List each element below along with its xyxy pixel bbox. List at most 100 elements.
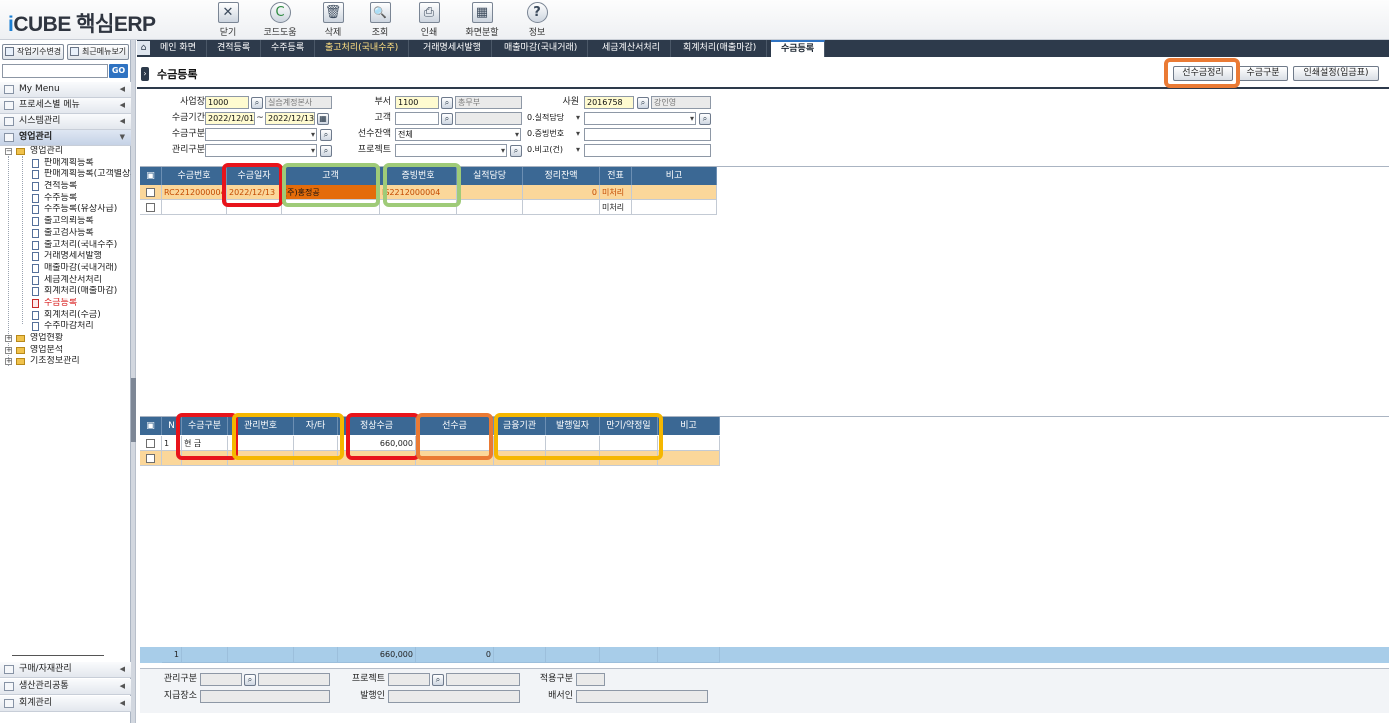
col-issue-date[interactable]: 발행일자 [546, 417, 600, 435]
col-bank[interactable]: 금융기관 [494, 417, 546, 435]
tree-item-quote[interactable]: 견적등록 [0, 181, 131, 193]
tree-item-order-paid[interactable]: 수주등록(유상사급) [0, 204, 131, 216]
dept-code-field[interactable]: 1100 [395, 96, 439, 109]
col-mgmt-no[interactable]: 관리번호 [228, 417, 294, 435]
col-balance[interactable]: 정리잔액 [523, 167, 600, 185]
lookup-icon[interactable]: ⌕ [244, 674, 256, 686]
cell-due-date[interactable] [600, 451, 658, 466]
tree-item-shipping[interactable]: 출고처리(국내수주) [0, 240, 131, 252]
cell-remark[interactable] [632, 185, 717, 200]
receipt-type-button[interactable]: 수금구분 [1238, 66, 1288, 81]
col-remark[interactable]: 비고 [632, 167, 717, 185]
tree-item-accounting-sales[interactable]: 회계처리(매출마감) [0, 286, 131, 298]
delete-button[interactable]: 🗑 삭제 [306, 2, 360, 38]
tree-item-shipping-request[interactable]: 출고의뢰등록 [0, 216, 131, 228]
lookup-icon[interactable]: ⌕ [432, 674, 444, 686]
cell-self-other[interactable] [294, 436, 338, 451]
print-button[interactable]: ⎙ 인쇄 [402, 2, 456, 38]
expand-icon[interactable]: + [5, 346, 12, 354]
cell-balance[interactable] [523, 200, 600, 215]
sidebar-splitter[interactable] [131, 40, 136, 723]
col-receipt-no[interactable]: 수금번호 [162, 167, 227, 185]
table-row[interactable] [140, 451, 720, 466]
cell-mgmt-no[interactable] [228, 451, 294, 466]
tab-shipping[interactable]: 출고처리(국내수주) [315, 40, 410, 57]
cell-evidence-no[interactable]: IS2212000004 [380, 185, 457, 200]
cell-advance[interactable] [416, 451, 494, 466]
tree-folder-sales[interactable]: − 영업관리 [0, 146, 131, 158]
tree-item-shipping-inspection[interactable]: 출고검사등록 [0, 228, 131, 240]
cell-bank[interactable] [494, 436, 546, 451]
remark-select[interactable]: 0.비고(건) [525, 144, 581, 157]
tree-folder-basic-info[interactable]: + 기초정보관리 [0, 356, 131, 368]
lookup-icon[interactable]: ⌕ [320, 145, 332, 157]
col-receipt-type[interactable]: 수금구분 [182, 417, 228, 435]
calendar-icon[interactable]: ▦ [317, 113, 329, 125]
lookup-icon[interactable]: ⌕ [251, 97, 263, 109]
menu-search-go-button[interactable]: GO [109, 64, 128, 78]
row-checkbox[interactable] [146, 439, 155, 448]
row-checkbox[interactable] [146, 203, 155, 212]
cell-issue-date[interactable] [546, 436, 600, 451]
lookup-icon[interactable]: ⌕ [441, 97, 453, 109]
tree-item-receipt-register[interactable]: 수금등록 [0, 298, 131, 310]
cell-self-other[interactable] [294, 451, 338, 466]
expand-icon[interactable]: + [5, 335, 12, 342]
col-normal-receipt[interactable]: 정상수금 [338, 417, 416, 435]
sidebar-section-system[interactable]: 시스템관리 ◀ [0, 114, 131, 130]
advance-balance-select[interactable]: 전체 [395, 128, 521, 141]
cell-perf-owner[interactable] [457, 200, 523, 215]
cell-receipt-type[interactable] [182, 451, 228, 466]
expand-icon[interactable]: + [5, 358, 12, 366]
home-icon[interactable]: ⌂ [137, 41, 150, 55]
period-to-field[interactable]: 2022/12/13 [265, 112, 315, 125]
cell-receipt-date[interactable]: 2022/12/13 [227, 185, 282, 200]
tree-folder-sales-analysis[interactable]: + 영업분석 [0, 345, 131, 357]
info-button[interactable]: ? 정보 [510, 2, 564, 38]
footer-mgmt-type-code[interactable] [200, 673, 242, 686]
cell-receipt-no[interactable] [162, 200, 227, 215]
select-all-icon[interactable]: ▣ [140, 167, 162, 185]
sidebar-section-process-menu[interactable]: 프로세스별 메뉴 ◀ [0, 98, 131, 114]
recent-menu-button[interactable]: 최근메뉴보기 [67, 44, 129, 60]
col-due-date[interactable]: 만기/약정일 [600, 417, 658, 435]
cell-slip[interactable]: 미처리 [600, 200, 632, 215]
cell-issue-date[interactable] [546, 451, 600, 466]
cell-evidence-no[interactable] [380, 200, 457, 215]
col-receipt-date[interactable]: 수금일자 [227, 167, 282, 185]
business-code-field[interactable]: 1000 [205, 96, 249, 109]
split-screen-button[interactable]: ▦ 화면분할 [455, 2, 509, 38]
cell-balance[interactable]: 0 [523, 185, 600, 200]
col-customer[interactable]: 고객 [282, 167, 380, 185]
sidebar-section-production[interactable]: 생산관리공통 ◀ [0, 679, 131, 695]
table-row[interactable]: 1 현 금 660,000 [140, 436, 720, 451]
col-perf-owner[interactable]: 실적담당 [457, 167, 523, 185]
sidebar-section-sales[interactable]: 영업관리 ▼ [0, 130, 131, 146]
tab-order[interactable]: 수주등록 [261, 40, 316, 57]
customer-code-field[interactable] [395, 112, 439, 125]
cell-customer[interactable]: (주)홍정공 [282, 185, 380, 200]
code-help-button[interactable]: C 코드도움 [253, 2, 307, 38]
search-button[interactable]: 🔍 조회 [353, 2, 407, 38]
lookup-icon[interactable]: ⌕ [320, 129, 332, 141]
footer-issuer-field[interactable] [388, 690, 520, 703]
advance-settle-button[interactable]: 선수금정리 [1173, 66, 1233, 81]
tree-item-sales-plan[interactable]: 판매계획등록 [0, 158, 131, 170]
sidebar-section-my-menu[interactable]: My Menu ◀ [0, 82, 131, 98]
select-all-icon[interactable]: ▣ [140, 417, 162, 435]
period-from-field[interactable]: 2022/12/01 [205, 112, 255, 125]
footer-pay-place-field[interactable] [200, 690, 330, 703]
tab-tax-invoice[interactable]: 세금계산서처리 [592, 40, 671, 57]
tab-sales-closing[interactable]: 매출마감(국내거래) [494, 40, 589, 57]
tree-item-order-closing[interactable]: 수주마감처리 [0, 321, 131, 333]
table-row[interactable]: RC2212000004 2022/12/13 (주)홍정공 IS2212000… [140, 185, 717, 200]
cell-customer[interactable] [282, 200, 380, 215]
collapse-icon[interactable]: − [5, 148, 12, 155]
tab-main[interactable]: 메인 화면 [150, 40, 207, 57]
col-advance[interactable]: 선수금 [416, 417, 494, 435]
tree-item-accounting-receipt[interactable]: 회계처리(수금) [0, 310, 131, 322]
footer-project-code[interactable] [388, 673, 430, 686]
sidebar-section-purchasing[interactable]: 구매/자재관리 ◀ [0, 662, 131, 678]
tab-accounting-sales[interactable]: 회계처리(매출마감) [673, 40, 768, 57]
tab-statement[interactable]: 거래명세서발행 [413, 40, 492, 57]
